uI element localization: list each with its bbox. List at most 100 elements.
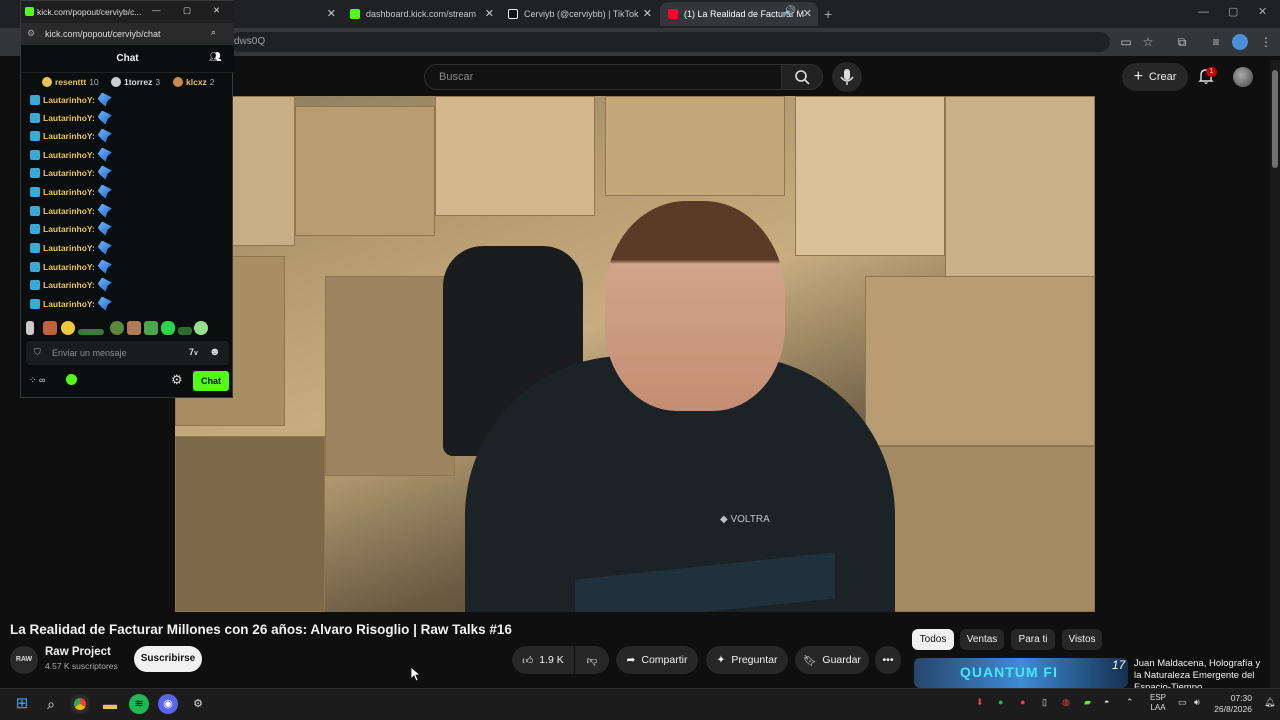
emote-icon[interactable] xyxy=(61,321,75,335)
account-avatar[interactable] xyxy=(1233,67,1253,87)
language-indicator[interactable]: ESP LAA xyxy=(1150,693,1166,713)
chip-todos[interactable]: Todos xyxy=(912,629,954,650)
points-icon[interactable]: ⁘ ∞ xyxy=(29,375,45,386)
emote-icon[interactable] xyxy=(178,327,192,335)
bookmark-star-icon[interactable]: ☆ xyxy=(1140,34,1156,50)
like-button[interactable]: 👍︎ 1.9 K xyxy=(512,646,574,674)
tab-youtube-active[interactable]: (1) La Realidad de Facturar M 🔊 ✕ xyxy=(660,2,818,26)
channel-avatar[interactable]: RAW xyxy=(10,646,38,674)
chat-message[interactable]: LautarinhoY: xyxy=(30,109,112,126)
usb-tray-icon[interactable]: ▯ xyxy=(1042,697,1047,708)
minimize-icon[interactable]: — xyxy=(152,5,161,15)
windows-start-icon[interactable]: ⊞ xyxy=(12,694,32,714)
popout-url[interactable]: kick.com/popout/cerviyb/chat xyxy=(45,29,161,39)
close-tab-icon[interactable]: ✕ xyxy=(327,7,336,20)
emote-icon[interactable] xyxy=(161,321,175,335)
record-tray-icon[interactable]: ● xyxy=(1020,697,1025,707)
chrome-icon[interactable] xyxy=(70,694,90,714)
tab-blank[interactable]: ✕ xyxy=(232,2,342,26)
emote-icon[interactable] xyxy=(43,321,57,335)
emote-icon[interactable] xyxy=(26,321,34,335)
security-tray-icon[interactable]: ◍ xyxy=(1062,697,1070,708)
cast-icon[interactable]: ▭ xyxy=(1118,34,1134,50)
chat-message[interactable]: LautarinhoY: xyxy=(30,239,112,256)
network-icon[interactable]: ▭ xyxy=(1178,697,1187,708)
chat-message[interactable]: LautarinhoY: xyxy=(30,202,112,219)
chat-message[interactable]: LautarinhoY: xyxy=(30,183,112,200)
chat-message[interactable]: LautarinhoY: xyxy=(30,146,112,163)
close-tab-icon[interactable]: ✕ xyxy=(485,7,494,20)
leaderboard-entry[interactable]: 1torrez 3 xyxy=(111,77,160,87)
voice-search-button[interactable] xyxy=(832,62,862,92)
profile-icon[interactable] xyxy=(1232,34,1248,50)
ask-button[interactable]: ✦ Preguntar xyxy=(706,646,788,674)
emote-icon[interactable] xyxy=(194,321,208,335)
chat-message[interactable]: LautarinhoY: xyxy=(30,295,112,312)
save-button[interactable]: 🔖︎ Guardar xyxy=(795,646,869,674)
speaker-icon[interactable]: 🔊 xyxy=(784,6,796,17)
search-input[interactable]: Buscar xyxy=(424,64,782,90)
chip-para-ti[interactable]: Para ti xyxy=(1011,629,1055,650)
close-tab-icon[interactable]: ✕ xyxy=(803,7,812,20)
subscribe-button[interactable]: Suscribirse xyxy=(134,646,202,672)
new-tab-icon[interactable]: + xyxy=(824,6,832,22)
notification-center-icon[interactable]: 🔔︎ xyxy=(1264,697,1275,708)
chat-message[interactable]: LautarinhoY: xyxy=(30,91,112,108)
chat-message[interactable]: LautarinhoY: xyxy=(30,276,112,293)
share-button[interactable]: ➦ Compartir xyxy=(616,646,698,674)
zoom-icon[interactable]: ⌕ xyxy=(211,27,216,38)
minimize-icon[interactable]: — xyxy=(1198,6,1209,18)
suggested-video-title[interactable]: Juan Maldacena, Holografía y la Naturale… xyxy=(1134,658,1264,688)
emote-icon[interactable] xyxy=(78,329,104,335)
settings-gear-icon[interactable]: ⚙ xyxy=(171,372,183,388)
spotify-tray-icon[interactable]: ● xyxy=(998,697,1003,707)
chat-message[interactable]: LautarinhoY: xyxy=(30,220,112,237)
close-tab-icon[interactable]: ✕ xyxy=(643,7,652,20)
users-icon[interactable]: 👥︎ xyxy=(209,52,222,63)
emote-icon[interactable] xyxy=(144,321,158,335)
emoji-icon[interactable]: ☻ xyxy=(209,346,221,358)
chip-ventas[interactable]: Ventas xyxy=(960,629,1004,650)
send-chat-button[interactable]: Chat xyxy=(193,371,229,391)
leaderboard-entry[interactable]: klcxz 2 xyxy=(173,77,215,87)
volume-icon[interactable]: 🔊︎ xyxy=(1194,697,1200,708)
more-actions-button[interactable]: ••• xyxy=(875,646,901,674)
channel-name[interactable]: Raw Project xyxy=(45,646,111,658)
site-settings-icon[interactable]: ⚙ xyxy=(27,28,35,39)
chat-message[interactable]: LautarinhoY: xyxy=(30,164,112,181)
mic-tray-icon[interactable]: ⬇ xyxy=(976,697,984,708)
spotify-icon[interactable]: ≋ xyxy=(129,694,149,714)
chat-message-input[interactable]: ⛉ Enviar un mensaje 7v ☻ xyxy=(26,341,229,365)
chevron-up-icon[interactable]: ⌃ xyxy=(1126,697,1134,708)
discord-tray-icon[interactable]: ◓ xyxy=(1104,697,1109,707)
close-icon[interactable]: ✕ xyxy=(213,5,220,16)
emote-icon[interactable] xyxy=(127,321,141,335)
dislike-button[interactable]: 👎︎ xyxy=(575,646,609,674)
browser-menu-icon[interactable]: ⋮ xyxy=(1258,34,1274,50)
chip-vistos[interactable]: Vistos xyxy=(1062,629,1102,650)
chat-message[interactable]: LautarinhoY: xyxy=(30,258,112,275)
discord-icon[interactable]: ◉ xyxy=(158,694,178,714)
search-icon[interactable]: ⌕ xyxy=(41,694,61,714)
media-control-icon[interactable]: ≡ xyxy=(1208,34,1224,50)
seven-tv-icon[interactable]: 7v xyxy=(189,347,198,357)
extensions-icon[interactable]: ⧉ xyxy=(1174,34,1190,50)
clock[interactable]: 07:30 26/8/2026 xyxy=(1212,693,1252,715)
maximize-icon[interactable]: ▢ xyxy=(183,5,191,16)
tab-kick-dashboard[interactable]: dashboard.kick.com/stream ✕ xyxy=(342,2,500,26)
url-field[interactable]: dws0Q xyxy=(230,32,1110,52)
file-explorer-icon[interactable]: ▬ xyxy=(100,694,120,714)
create-button[interactable]: + Crear xyxy=(1122,63,1188,91)
close-window-icon[interactable]: ✕ xyxy=(1258,5,1267,18)
maximize-icon[interactable]: ▢ xyxy=(1228,5,1238,18)
leaderboard-entry[interactable]: resenttt 10 xyxy=(42,77,99,87)
scrollbar-thumb[interactable] xyxy=(1272,70,1278,168)
kick-badge-icon[interactable] xyxy=(66,374,77,385)
chat-message[interactable]: LautarinhoY: xyxy=(30,127,112,144)
nvidia-tray-icon[interactable]: ▰ xyxy=(1084,697,1091,708)
tab-tiktok[interactable]: Cerviyb (@cerviybb) | TikTok ✕ xyxy=(500,2,658,26)
search-button[interactable] xyxy=(781,64,823,90)
app-icon[interactable]: ⚙ xyxy=(188,694,208,714)
video-player[interactable]: ◆ VOLTRA xyxy=(175,96,1095,612)
emote-icon[interactable] xyxy=(110,321,124,335)
